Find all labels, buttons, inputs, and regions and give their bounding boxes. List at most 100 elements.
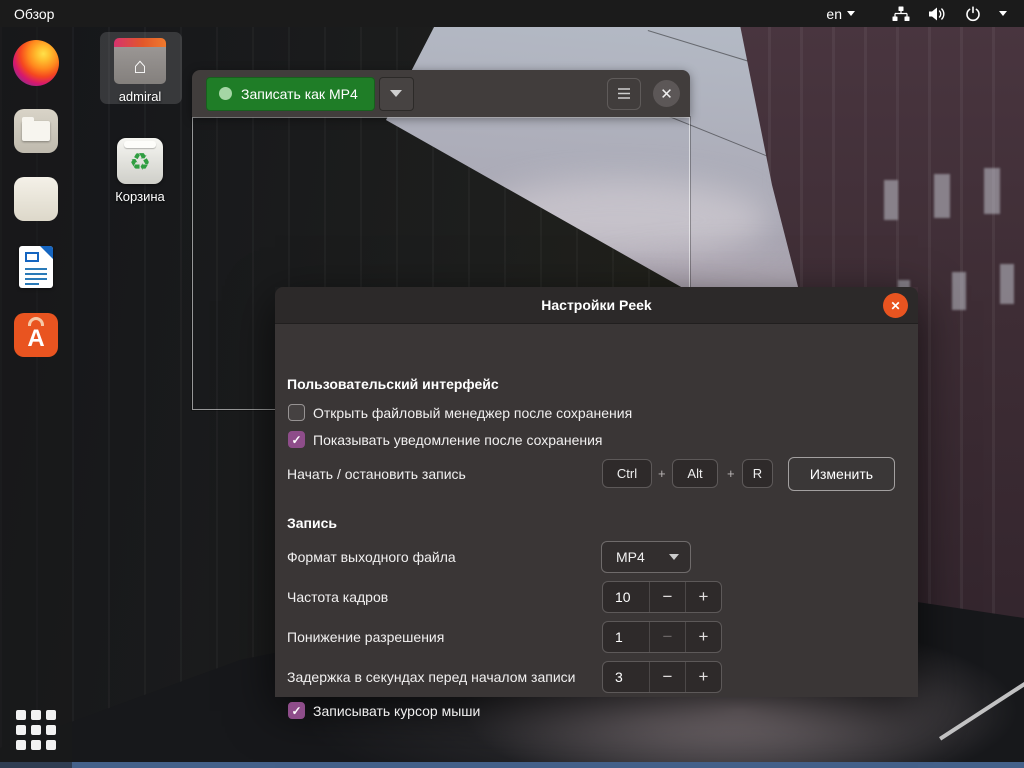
grid-dot — [31, 725, 41, 735]
framerate-decrement-button[interactable]: − — [649, 582, 685, 612]
ubuntu-software-icon: A — [14, 313, 58, 357]
plus-separator: + — [727, 466, 735, 481]
wallpaper-window — [984, 168, 1000, 214]
letter-a-glyph: A — [27, 325, 45, 352]
delay-decrement-button[interactable]: − — [649, 662, 685, 692]
image-placeholder — [25, 252, 39, 262]
framerate-increment-button[interactable]: + — [685, 582, 721, 612]
delay-label: Задержка в секундах перед началом записи — [287, 669, 576, 685]
document-page-glyph — [19, 246, 53, 288]
hamburger-icon — [618, 88, 630, 99]
grid-dot — [46, 740, 56, 750]
wallpaper-window — [1000, 264, 1014, 304]
grid-dot — [46, 725, 56, 735]
dock-item-firefox[interactable] — [13, 40, 59, 86]
record-dot-icon — [219, 87, 232, 100]
check-icon: ✓ — [291, 432, 302, 447]
folder-glyph — [22, 117, 50, 141]
grid-dot — [46, 710, 56, 720]
change-shortcut-button[interactable]: Изменить — [788, 457, 895, 491]
close-icon: ✕ — [890, 298, 901, 313]
checkbox-record-cursor[interactable]: ✓ — [288, 702, 305, 719]
network-menu[interactable] — [883, 0, 919, 27]
section-recording-title: Запись — [287, 515, 338, 531]
downsample-spinbox: 1 − + — [602, 621, 722, 653]
downsample-increment-button[interactable]: + — [685, 622, 721, 652]
trash-icon-label: Корзина — [115, 189, 165, 204]
record-format-dropdown-button[interactable] — [378, 76, 414, 111]
downsample-decrement-button[interactable]: − — [649, 622, 685, 652]
recycle-glyph: ♻ — [129, 149, 151, 176]
wallpaper-window — [952, 272, 966, 310]
files-icon — [14, 109, 58, 153]
desktop-icon-home[interactable]: ⌂ admiral — [94, 38, 186, 104]
grid-dot — [16, 740, 26, 750]
trash-lid — [124, 141, 156, 148]
dialog-close-button[interactable]: ✕ — [883, 293, 908, 318]
delay-increment-button[interactable]: + — [685, 662, 721, 692]
dock-item-ubuntu-software[interactable]: A — [14, 313, 58, 357]
chevron-down-icon — [999, 11, 1007, 16]
text-line — [25, 278, 47, 280]
speaker-glyph — [19, 182, 53, 216]
peek-window-header[interactable]: Записать как MP4 ✕ — [192, 70, 690, 117]
delay-value[interactable]: 3 — [603, 662, 649, 692]
dock: A — [0, 27, 72, 768]
desktop-screen: ⌂ admiral ♻ Корзина Записать как MP4 ✕ Н… — [0, 0, 1024, 768]
wallpaper-bottom-strip — [0, 762, 1024, 768]
grid-dot — [31, 710, 41, 720]
grid-dot — [31, 740, 41, 750]
home-icon-label: admiral — [118, 89, 162, 104]
checkbox-record-cursor-label: Записывать курсор мыши — [313, 703, 481, 719]
framerate-value[interactable]: 10 — [603, 582, 649, 612]
system-menu-chevron[interactable] — [990, 0, 1016, 27]
dialog-titlebar[interactable]: Настройки Peek ✕ — [275, 287, 918, 324]
language-menu[interactable]: en — [816, 6, 865, 22]
record-button[interactable]: Записать как MP4 — [206, 76, 375, 111]
chevron-down-icon — [390, 90, 403, 97]
keycap-alt-label: Alt — [687, 466, 703, 481]
dock-item-rhythmbox[interactable] — [14, 177, 58, 221]
wallpaper-window — [884, 180, 898, 220]
trash-icon: ♻ — [117, 138, 163, 184]
dock-item-libreoffice-writer[interactable] — [14, 245, 58, 289]
close-icon: ✕ — [660, 85, 673, 103]
network-icon — [892, 6, 910, 21]
show-applications-button[interactable] — [14, 708, 58, 752]
top-bar: Обзор en — [0, 0, 1024, 27]
keycap-r: R — [742, 459, 773, 488]
activities-button[interactable]: Обзор — [14, 6, 54, 22]
volume-menu[interactable] — [919, 0, 956, 27]
checkbox-open-file-manager[interactable] — [288, 404, 305, 421]
checkbox-show-notification-label: Показывать уведомление после сохранения — [313, 432, 603, 448]
format-dropdown[interactable]: MP4 — [601, 541, 691, 573]
power-menu[interactable] — [956, 0, 990, 27]
text-line — [25, 268, 47, 270]
section-ui-title: Пользовательский интерфейс — [287, 376, 499, 392]
topbar-right: en — [816, 0, 1016, 27]
home-folder-icon: ⌂ — [114, 38, 166, 84]
format-dropdown-value: MP4 — [616, 549, 645, 565]
peek-menu-button[interactable] — [607, 77, 641, 110]
firefox-icon — [13, 40, 59, 86]
change-shortcut-button-label: Изменить — [809, 466, 874, 482]
dock-item-files[interactable] — [14, 109, 58, 153]
keycap-r-label: R — [752, 466, 763, 481]
checkbox-show-notification[interactable]: ✓ — [288, 431, 305, 448]
page-fold — [40, 246, 53, 259]
libreoffice-writer-icon — [14, 245, 58, 289]
downsample-label: Понижение разрешения — [287, 629, 445, 645]
volume-icon — [929, 7, 945, 20]
wallpaper-window — [934, 174, 950, 218]
language-label: en — [826, 5, 842, 22]
peek-settings-dialog: Настройки Peek ✕ Пользовательский интерф… — [275, 287, 918, 719]
keycap-ctrl: Ctrl — [602, 459, 652, 488]
grid-dot — [16, 710, 26, 720]
downsample-value[interactable]: 1 — [603, 622, 649, 652]
desktop-icon-trash[interactable]: ♻ Корзина — [94, 138, 186, 204]
check-icon: ✓ — [291, 703, 302, 718]
framerate-spinbox: 10 − + — [602, 581, 722, 613]
folder-body: ⌂ — [114, 47, 166, 84]
peek-close-button[interactable]: ✕ — [653, 80, 680, 107]
chevron-down-icon — [847, 11, 855, 16]
